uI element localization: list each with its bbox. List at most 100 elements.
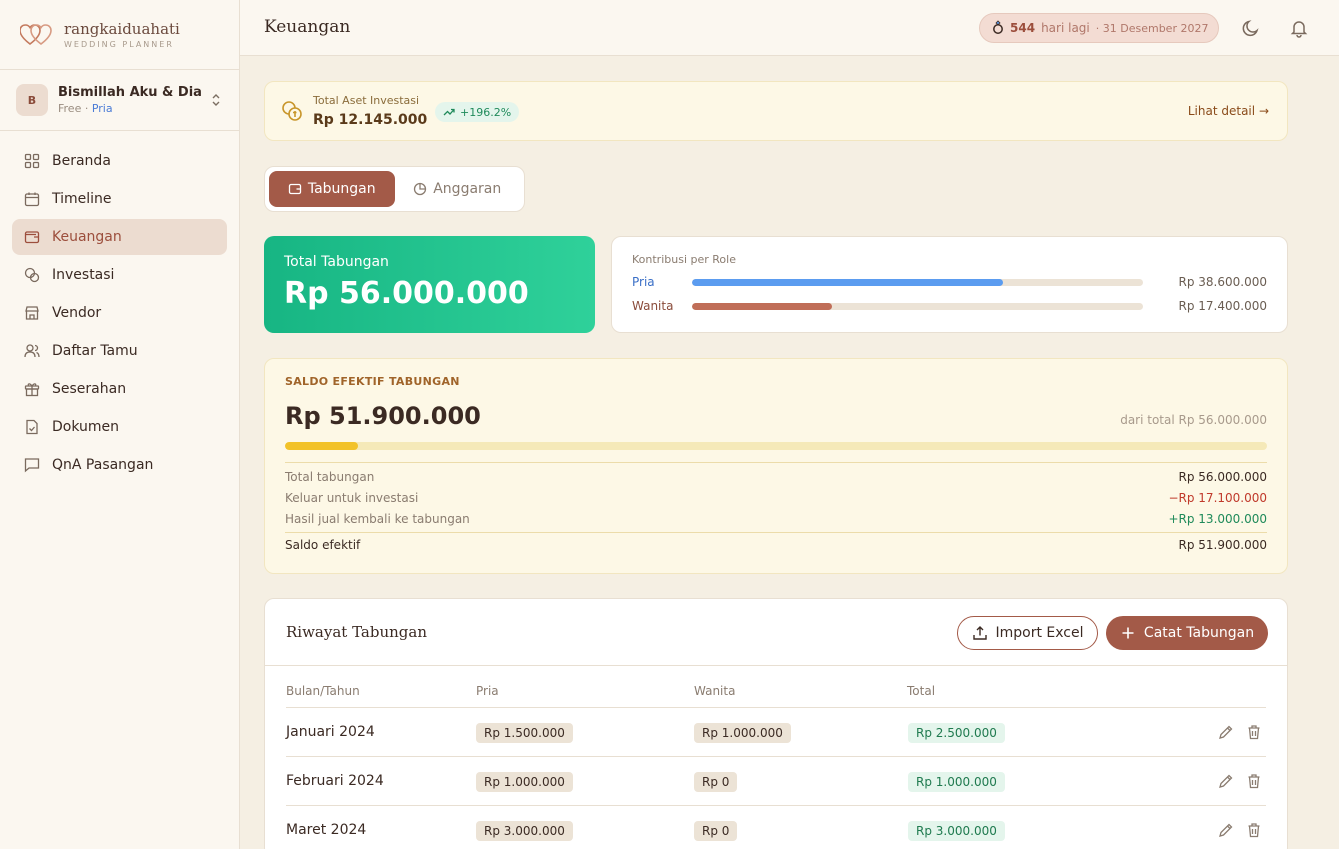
- sidebar-item-timeline[interactable]: Timeline: [12, 181, 227, 217]
- tab-label: Tabungan: [307, 181, 376, 197]
- total-savings-value: Rp 56.000.000: [284, 276, 529, 311]
- effective-balance-card: SALDO EFEKTIF TABUNGAN Rp 51.900.000 dar…: [264, 358, 1288, 574]
- effective-balance-value: Rp 51.900.000: [285, 402, 481, 430]
- asset-change-badge: +196.2%: [435, 102, 520, 122]
- column-header-month: Bulan/Tahun: [286, 684, 360, 698]
- edit-icon[interactable]: [1218, 822, 1234, 838]
- countdown-days: 544: [1010, 21, 1036, 35]
- effective-balance-progress-fill: [285, 442, 358, 450]
- sidebar-item-investasi[interactable]: Investasi: [12, 257, 227, 293]
- balance-line: Keluar untuk investasi −Rp 17.100.000: [285, 491, 1267, 505]
- wallet-icon: [288, 183, 301, 195]
- moon-icon[interactable]: [1241, 18, 1261, 38]
- balance-line-value: −Rp 17.100.000: [1168, 491, 1267, 505]
- sidebar-item-label: Daftar Tamu: [52, 343, 138, 359]
- column-header-pria: Pria: [476, 684, 499, 698]
- total-savings-card: Total Tabungan Rp 56.000.000: [264, 236, 595, 333]
- row-pria-amount: Rp 1.500.000: [476, 723, 573, 743]
- users-icon: [24, 343, 40, 359]
- contribution-amount: Rp 17.400.000: [1178, 299, 1267, 313]
- countdown-date: · 31 Desember 2027: [1095, 21, 1209, 35]
- ring-icon: [992, 19, 1004, 37]
- balance-line-value: Rp 51.900.000: [1178, 538, 1267, 552]
- sidebar-nav: Beranda Timeline Keuangan Investasi Vend…: [0, 131, 239, 497]
- balance-line-label: Saldo efektif: [285, 538, 361, 552]
- effective-balance-progress: [285, 442, 1267, 450]
- row-pria-amount: Rp 1.000.000: [476, 772, 573, 792]
- account-switcher[interactable]: B Bismillah Aku & Dia Free · Pria: [0, 70, 239, 131]
- page-title: Keuangan: [264, 17, 351, 37]
- row-total-amount: Rp 2.500.000: [908, 723, 1005, 743]
- sidebar-item-label: Investasi: [52, 267, 115, 283]
- brand-tagline: WEDDING PLANNER: [64, 40, 174, 49]
- contribution-amount: Rp 38.600.000: [1178, 275, 1267, 289]
- finance-tabs: Tabungan Anggaran: [264, 166, 525, 212]
- sidebar-item-dokumen[interactable]: Dokumen: [12, 409, 227, 445]
- contribution-bar-fill: [692, 278, 1003, 286]
- countdown-label: hari lagi: [1041, 21, 1090, 35]
- store-icon: [24, 305, 40, 321]
- sidebar-item-label: Timeline: [52, 191, 112, 207]
- effective-balance-from: dari total Rp 56.000.000: [1120, 413, 1267, 427]
- edit-icon[interactable]: [1218, 773, 1234, 789]
- sidebar-item-vendor[interactable]: Vendor: [12, 295, 227, 331]
- asset-detail-link[interactable]: Lihat detail →: [1188, 104, 1269, 118]
- upload-icon: [972, 626, 987, 640]
- avatar: B: [16, 84, 48, 116]
- tab-anggaran[interactable]: Anggaran: [395, 171, 521, 207]
- row-month: Februari 2024: [286, 773, 384, 789]
- investment-summary-banner: Total Aset Investasi Rp 12.145.000 +196.…: [264, 81, 1288, 141]
- sidebar-item-qna-pasangan[interactable]: QnA Pasangan: [12, 447, 227, 483]
- sidebar-item-seserahan[interactable]: Seserahan: [12, 371, 227, 407]
- balance-line-value: Rp 56.000.000: [1178, 470, 1267, 484]
- sidebar-item-keuangan[interactable]: Keuangan: [12, 219, 227, 255]
- sidebar-item-label: Vendor: [52, 305, 102, 321]
- account-name: Bismillah Aku & Dia: [58, 85, 202, 100]
- account-role: Pria: [91, 102, 113, 115]
- tab-tabungan[interactable]: Tabungan: [269, 171, 395, 207]
- role-contribution-card: Kontribusi per Role Pria Rp 38.600.000 W…: [611, 236, 1288, 333]
- sidebar-item-daftar-tamu[interactable]: Daftar Tamu: [12, 333, 227, 369]
- sidebar: rangkaiduahati WEDDING PLANNER B Bismill…: [0, 0, 240, 849]
- savings-history-card: Riwayat Tabungan Import Excel Catat Tabu…: [264, 598, 1288, 849]
- contribution-bar: [692, 278, 1143, 286]
- top-header: Keuangan 544 hari lagi · 31 Desember 202…: [240, 0, 1339, 56]
- coins-icon: [281, 100, 303, 122]
- table-row: Maret 2024 Rp 3.000.000 Rp 0 Rp 3.000.00…: [286, 806, 1266, 849]
- coins-icon: [24, 267, 40, 283]
- column-header-wanita: Wanita: [694, 684, 736, 698]
- wedding-countdown[interactable]: 544 hari lagi · 31 Desember 2027: [979, 13, 1219, 43]
- trash-icon[interactable]: [1246, 773, 1262, 789]
- brand-name: rangkaiduahati: [64, 20, 180, 38]
- edit-icon[interactable]: [1218, 724, 1234, 740]
- row-month: Maret 2024: [286, 822, 367, 838]
- account-plan: Free: [58, 102, 82, 115]
- import-excel-button[interactable]: Import Excel: [957, 616, 1098, 650]
- plus-icon: [1122, 627, 1134, 639]
- chevron-up-down-icon: [209, 92, 223, 109]
- contribution-row-pria: Pria Rp 38.600.000: [632, 274, 1267, 290]
- table-header: Bulan/Tahun Pria Wanita Total: [286, 666, 1266, 708]
- total-savings-label: Total Tabungan: [284, 254, 389, 270]
- sidebar-item-label: Beranda: [52, 153, 111, 169]
- table-row: Januari 2024 Rp 1.500.000 Rp 1.000.000 R…: [286, 708, 1266, 757]
- double-heart-icon: [20, 23, 52, 45]
- divider: [285, 462, 1267, 463]
- trash-icon[interactable]: [1246, 822, 1262, 838]
- sidebar-item-label: Dokumen: [52, 419, 120, 435]
- row-wanita-amount: Rp 1.000.000: [694, 723, 791, 743]
- bell-icon[interactable]: [1289, 18, 1309, 38]
- trash-icon[interactable]: [1246, 724, 1262, 740]
- gift-icon: [24, 381, 40, 397]
- brand-logo[interactable]: rangkaiduahati WEDDING PLANNER: [0, 0, 239, 70]
- sidebar-item-beranda[interactable]: Beranda: [12, 143, 227, 179]
- sidebar-item-label: Keuangan: [52, 229, 122, 245]
- add-savings-button[interactable]: Catat Tabungan: [1106, 616, 1268, 650]
- contribution-row-wanita: Wanita Rp 17.400.000: [632, 298, 1267, 314]
- balance-line-total: Saldo efektif Rp 51.900.000: [285, 532, 1267, 552]
- balance-line-label: Hasil jual kembali ke tabungan: [285, 512, 470, 526]
- sidebar-item-label: QnA Pasangan: [52, 457, 154, 473]
- wallet-icon: [24, 229, 40, 245]
- sidebar-item-label: Seserahan: [52, 381, 127, 397]
- pie-icon: [414, 182, 427, 196]
